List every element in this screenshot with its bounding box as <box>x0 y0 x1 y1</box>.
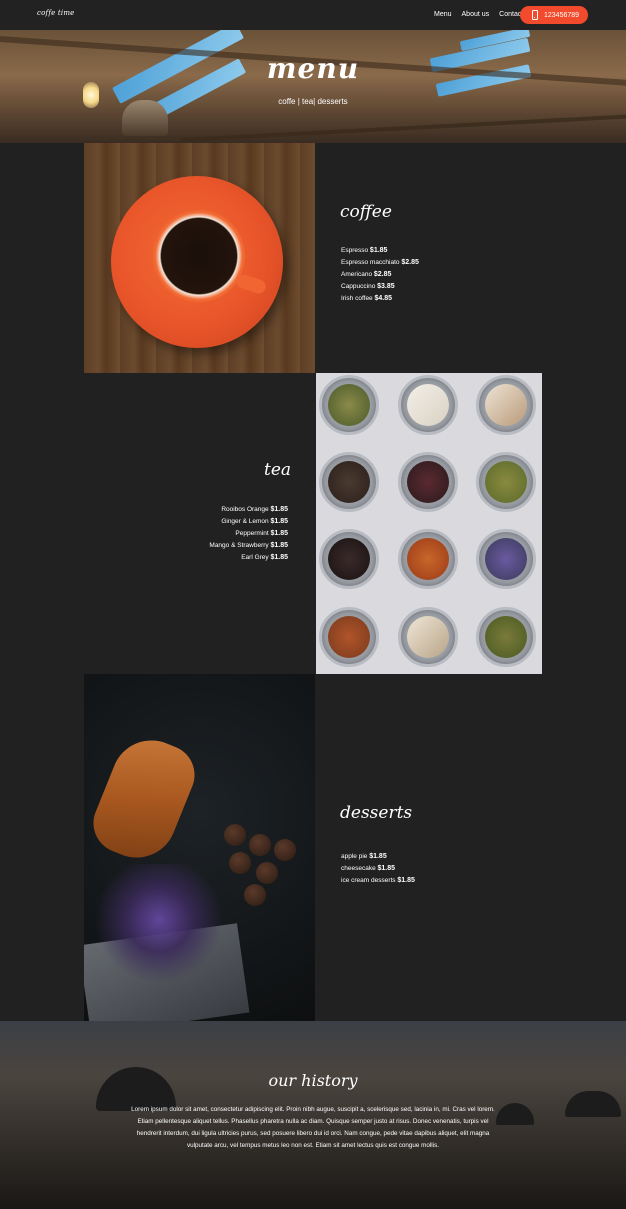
list-item: Irish coffee $4.85 <box>341 295 393 302</box>
truffle-shape <box>244 884 266 906</box>
tea-bowl <box>398 529 458 589</box>
cup-shape <box>153 210 245 302</box>
coffee-menu-list: Espresso $1.85 Espresso macchiato $2.85 … <box>341 245 419 305</box>
history-section: our history Lorem ipsum dolor sit amet, … <box>0 1021 626 1209</box>
tea-bowl <box>398 607 458 667</box>
list-item: Ginger & Lemon $1.85 <box>221 518 288 525</box>
list-item: cheesecake $1.85 <box>341 865 396 872</box>
tea-menu-list: Rooibos Orange $1.85 Ginger & Lemon $1.8… <box>168 504 288 564</box>
list-item: Mango & Strawberry $1.85 <box>209 542 288 549</box>
phone-icon <box>532 10 538 20</box>
list-item: apple pie $1.85 <box>341 853 387 860</box>
desserts-heading: desserts <box>340 803 413 823</box>
nav-link-menu[interactable]: Menu <box>434 11 452 18</box>
logo[interactable]: coffe time <box>37 9 75 17</box>
hero-banner: menu coffe | tea| desserts <box>0 30 626 143</box>
list-item: Americano $2.85 <box>341 271 392 278</box>
coffee-heading: coffee <box>340 202 392 222</box>
tea-bowl <box>319 452 379 512</box>
coffee-cup-photo <box>84 143 315 373</box>
list-item: ice cream desserts $1.85 <box>341 877 415 884</box>
tea-bowl <box>398 375 458 435</box>
tea-heading: tea <box>264 460 292 480</box>
history-paragraph: Lorem ipsum dolor sit amet, consectetur … <box>131 1106 495 1149</box>
tea-bowl <box>476 529 536 589</box>
truffle-shape <box>274 839 296 861</box>
tea-bowl <box>476 607 536 667</box>
ceiling-beam <box>179 113 626 142</box>
list-item: Cappuccino $3.85 <box>341 283 395 290</box>
truffle-shape <box>249 834 271 856</box>
tea-leaves-photo <box>316 373 542 674</box>
list-item: Peppermint $1.85 <box>235 530 288 537</box>
tea-bowl <box>319 529 379 589</box>
nav-links: Menu About us Contacts <box>434 11 527 18</box>
tea-bowl <box>319 607 379 667</box>
tea-bowl <box>319 375 379 435</box>
nav-link-about-us[interactable]: About us <box>462 11 490 18</box>
list-item: Espresso $1.85 <box>341 247 388 254</box>
history-heading: our history <box>268 1071 358 1090</box>
truffle-shape <box>229 852 251 874</box>
page-title: menu <box>266 52 360 85</box>
list-item: Earl Grey $1.85 <box>241 554 288 561</box>
croissant-shape <box>84 728 204 870</box>
phone-button[interactable]: 123456789 <box>520 6 588 24</box>
truffle-shape <box>224 824 246 846</box>
phone-number: 123456789 <box>544 11 580 19</box>
tea-bowl <box>398 452 458 512</box>
pendant-lamp-image <box>496 1103 534 1125</box>
page-subtitle: coffe | tea| desserts <box>278 97 348 106</box>
list-item: Espresso macchiato $2.85 <box>341 259 419 266</box>
truffle-shape <box>256 862 278 884</box>
top-navbar: coffe time Menu About us Contacts 123456… <box>0 0 626 30</box>
flowers-shape <box>94 864 224 1004</box>
dessert-photo <box>84 674 315 1021</box>
list-item: Rooibos Orange $1.85 <box>221 506 288 513</box>
pendant-lamp-image <box>565 1091 621 1117</box>
tea-bowl <box>476 375 536 435</box>
desserts-menu-list: apple pie $1.85 cheesecake $1.85 ice cre… <box>341 851 415 887</box>
tea-bowl <box>476 452 536 512</box>
